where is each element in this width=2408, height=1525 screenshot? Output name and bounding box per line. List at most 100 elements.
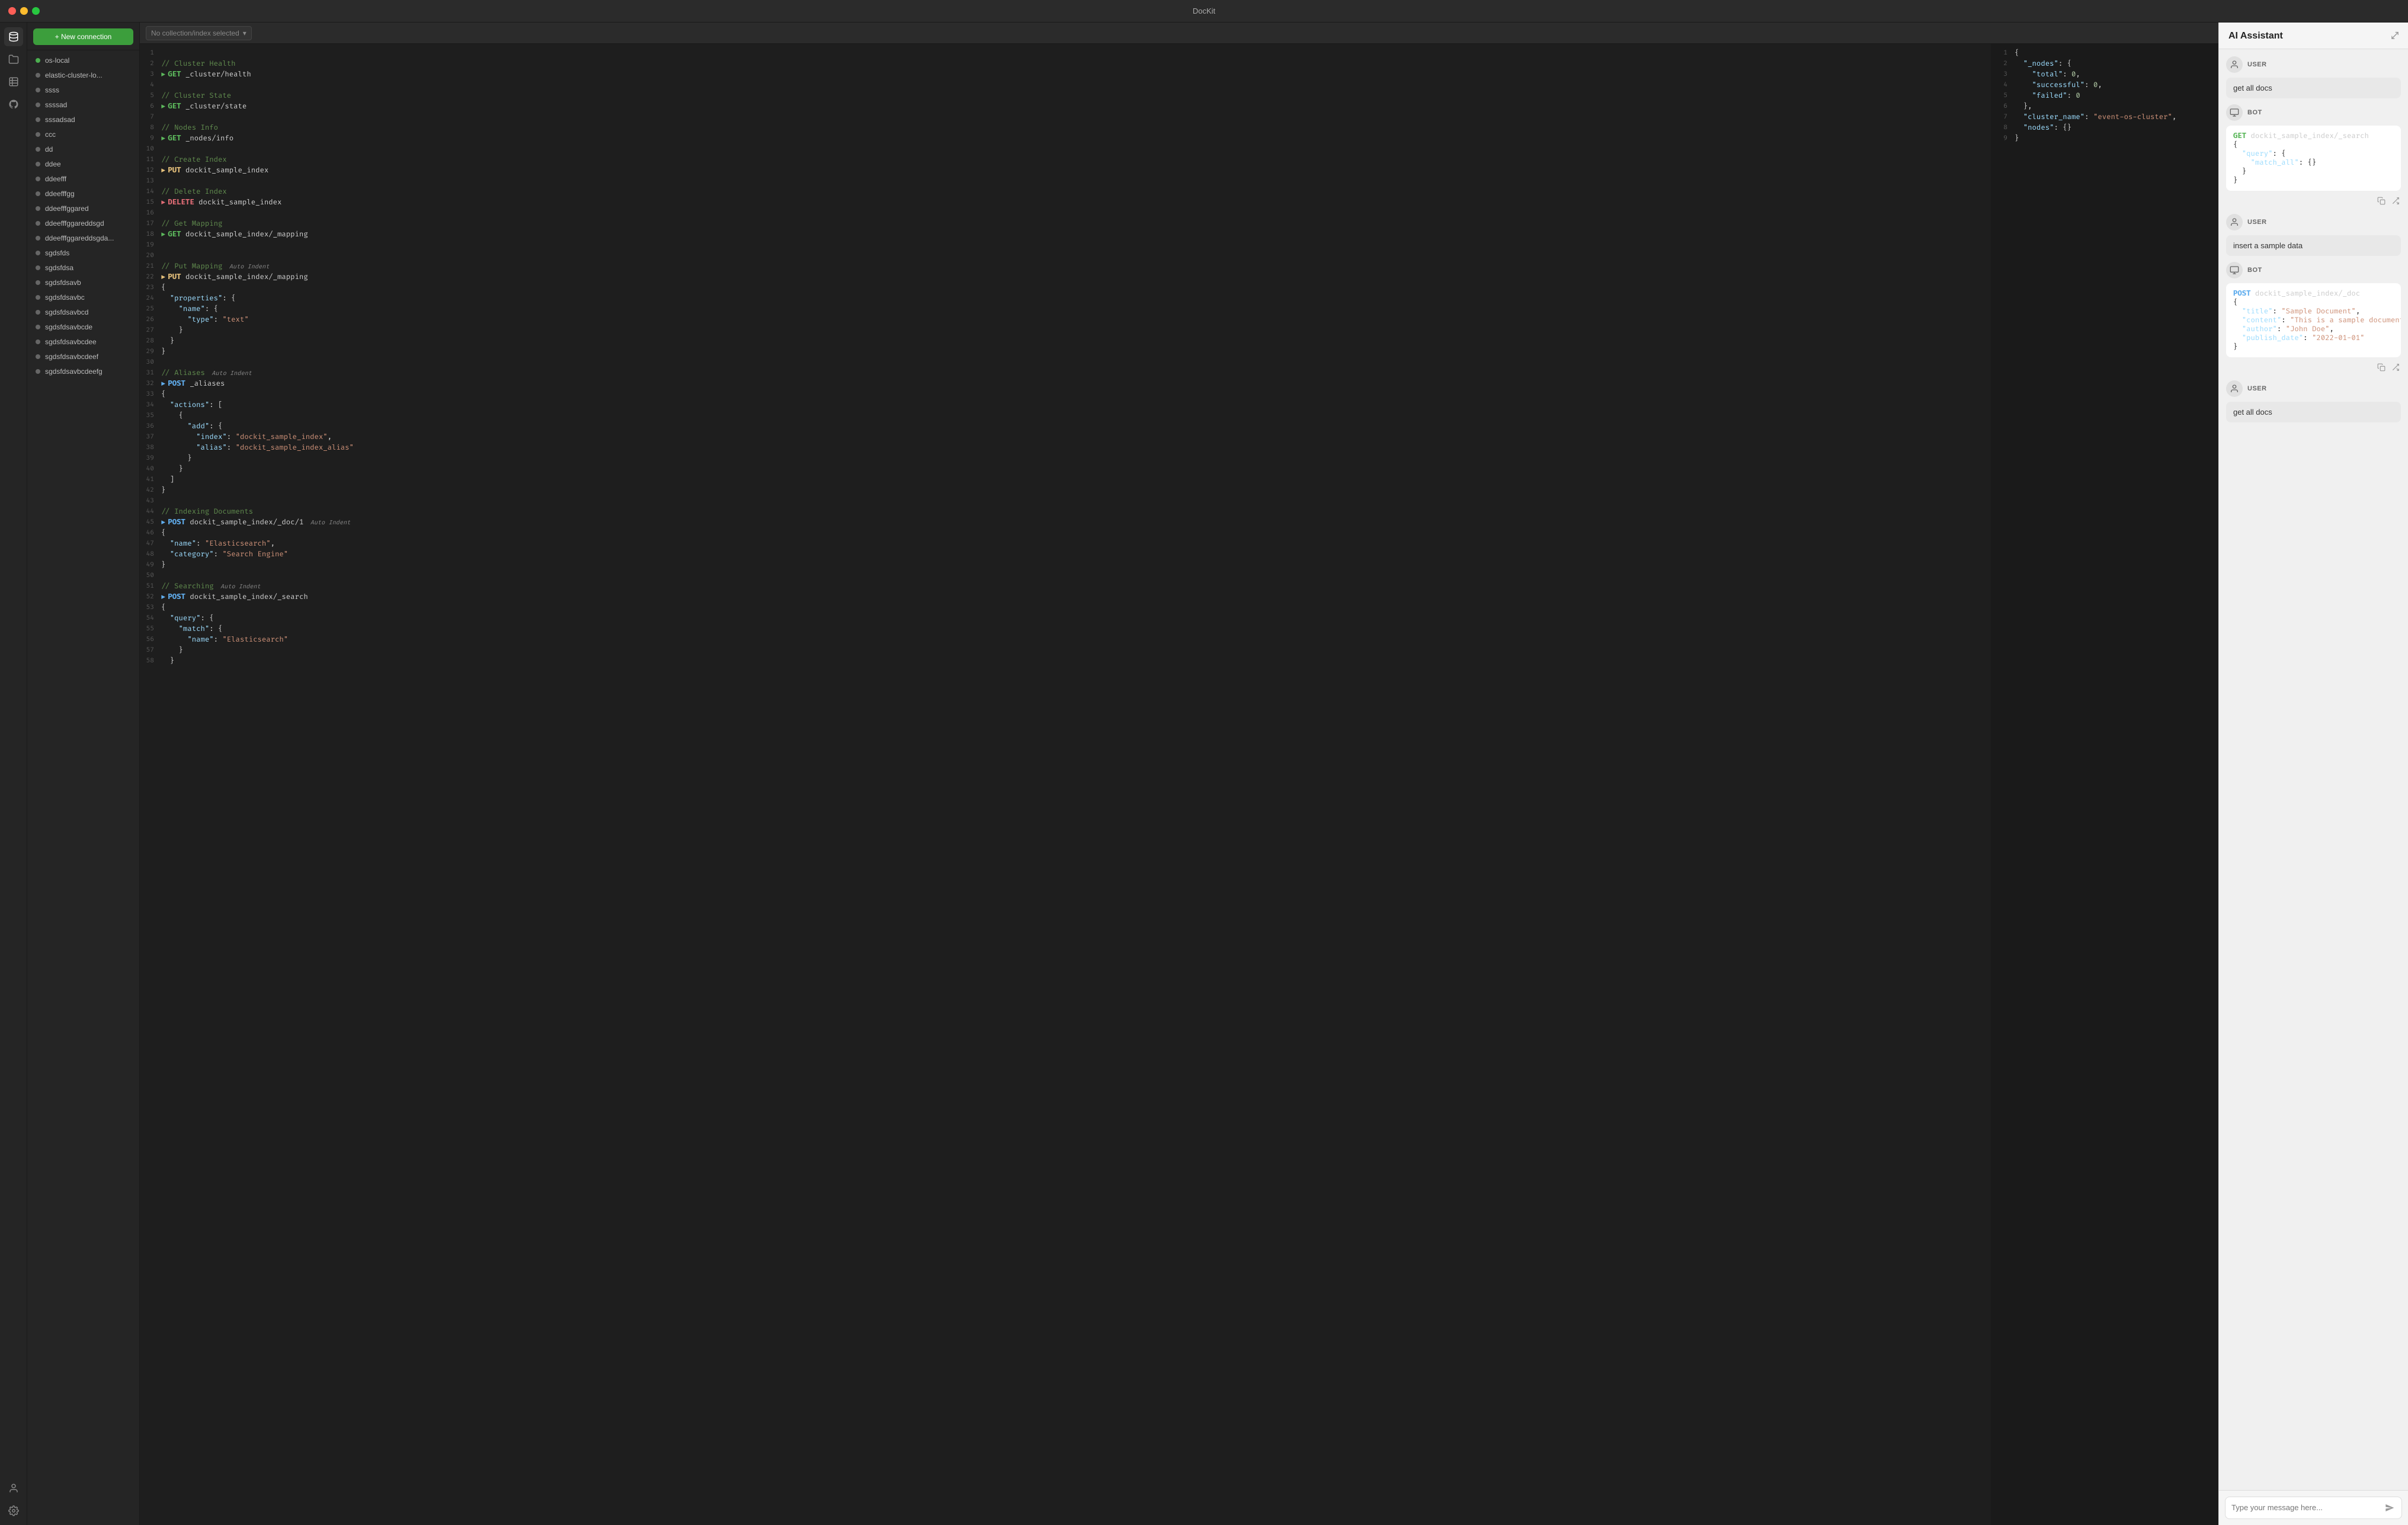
connection-status-dot — [36, 58, 40, 63]
rail-settings-icon[interactable] — [4, 1501, 23, 1520]
sidebar-item-ddeefffggareddsgd[interactable]: ddeefffggareddsgd — [30, 216, 137, 230]
sidebar-item-sgdsfdsа[interactable]: sgdsfdsа — [30, 261, 137, 275]
minimize-button[interactable] — [20, 7, 28, 15]
run-button[interactable]: ▶ — [161, 134, 165, 143]
sidebar-item-elastic-cluster[interactable]: elastic-cluster-lo... — [30, 68, 137, 82]
line-number: 12 — [140, 166, 161, 174]
code-line: 7 — [140, 113, 1991, 123]
collection-selector[interactable]: No collection/index selected ▾ — [146, 26, 252, 40]
query-editor[interactable]: 12// Cluster Health3▶GET _cluster/health… — [140, 44, 1991, 1525]
connection-label: sgdsfdsavbcdee — [45, 338, 97, 346]
result-line-content: "failed": 0 — [2015, 91, 2214, 100]
ai-message-input[interactable] — [2231, 1503, 2379, 1514]
code-line[interactable]: 18▶GET dockit_sample_index/_mapping — [140, 230, 1991, 241]
close-button[interactable] — [8, 7, 16, 15]
sidebar-item-sgdsfds[interactable]: sgdsfds — [30, 246, 137, 260]
connection-status-dot — [36, 162, 40, 166]
code-line[interactable]: 22▶PUT dockit_sample_index/_mapping — [140, 273, 1991, 283]
line-number: 38 — [140, 443, 161, 451]
sidebar-item-ddeefffggared[interactable]: ddeefffggared — [30, 201, 137, 216]
ai-send-button[interactable] — [2384, 1502, 2396, 1514]
run-button[interactable]: ▶ — [161, 70, 165, 79]
code-line[interactable]: 32▶POST _aliases — [140, 379, 1991, 390]
rail-table-icon[interactable] — [4, 72, 23, 91]
rail-user-icon[interactable] — [4, 1479, 23, 1498]
insert-code-button[interactable] — [2390, 362, 2401, 374]
line-number: 19 — [140, 241, 161, 249]
run-button[interactable]: ▶ — [161, 166, 165, 175]
result-line-content: "total": 0, — [2015, 70, 2214, 79]
run-button[interactable]: ▶ — [161, 230, 165, 239]
message-avatar — [2226, 380, 2243, 397]
line-content: "name": { — [161, 305, 1986, 313]
run-button[interactable]: ▶ — [161, 102, 165, 111]
code-line: 58 } — [140, 656, 1991, 667]
result-line: 2 "_nodes": { — [1993, 59, 2218, 70]
run-button[interactable]: ▶ — [161, 273, 165, 281]
code-line[interactable]: 9▶GET _nodes/info — [140, 134, 1991, 145]
sidebar-item-ssss[interactable]: ssss — [30, 83, 137, 97]
sidebar-item-sgdsfdsavbcde[interactable]: sgdsfdsavbcde — [30, 320, 137, 334]
connection-label: sgdsfdsavbcd — [45, 308, 88, 316]
line-content: } — [161, 464, 1986, 473]
result-line: 3 "total": 0, — [1993, 70, 2218, 81]
code-line: 13 — [140, 177, 1991, 187]
line-number: 44 — [140, 507, 161, 515]
message-role: USER — [2247, 219, 2267, 226]
message-block: BOTGET dockit_sample_index/_search { "qu… — [2226, 104, 2401, 208]
sidebar-item-ddee[interactable]: ddee — [30, 157, 137, 171]
sidebar-item-sgdsfdsavbcd[interactable]: sgdsfdsavbcd — [30, 305, 137, 319]
sidebar-item-sgdsfdsavbcdeef[interactable]: sgdsfdsavbcdeef — [30, 350, 137, 364]
sidebar-item-sssadsad[interactable]: sssadsad — [30, 113, 137, 127]
code-line: 39 } — [140, 454, 1991, 464]
connection-label: os-local — [45, 56, 69, 65]
message-block: BOTPOST dockit_sample_index/_doc { "titl… — [2226, 262, 2401, 374]
result-line-number: 9 — [1993, 134, 2015, 142]
code-line: 14// Delete Index — [140, 187, 1991, 198]
code-line[interactable]: 52▶POST dockit_sample_index/_search — [140, 592, 1991, 603]
run-button[interactable]: ▶ — [161, 198, 165, 207]
run-button[interactable]: ▶ — [161, 518, 165, 527]
message-role: BOT — [2247, 267, 2262, 274]
line-content: ▶GET dockit_sample_index/_mapping — [161, 230, 1986, 239]
sidebar-item-ddeefffgg[interactable]: ddeefffgg — [30, 187, 137, 201]
insert-code-button[interactable] — [2390, 196, 2401, 208]
sidebar-item-ccc[interactable]: ccc — [30, 127, 137, 142]
line-number: 15 — [140, 198, 161, 206]
line-content: "type": "text" — [161, 315, 1986, 324]
line-content: // Nodes Info — [161, 123, 1986, 132]
sidebar-item-sgdsfdsavb[interactable]: sgdsfdsavb — [30, 275, 137, 290]
code-line: 20 — [140, 251, 1991, 262]
new-connection-button[interactable]: + New connection — [33, 28, 133, 45]
sidebar-item-os-local[interactable]: os-local — [30, 53, 137, 68]
connection-status-dot — [36, 280, 40, 285]
sidebar-item-dd[interactable]: dd — [30, 142, 137, 156]
sidebar-item-sgdsfdsavbcdeefg[interactable]: sgdsfdsavbcdeefg — [30, 364, 137, 379]
copy-code-button[interactable] — [2376, 196, 2387, 208]
line-number: 45 — [140, 518, 161, 526]
ai-expand-icon[interactable]: ⤢ — [2391, 31, 2399, 41]
line-content: ▶GET _nodes/info — [161, 134, 1986, 143]
code-line[interactable]: 15▶DELETE dockit_sample_index — [140, 198, 1991, 209]
sidebar-item-ssssad[interactable]: ssssad — [30, 98, 137, 112]
line-content: { — [161, 603, 1986, 612]
maximize-button[interactable] — [32, 7, 40, 15]
rail-folder-icon[interactable] — [4, 50, 23, 69]
line-number: 10 — [140, 145, 161, 153]
code-line: 31// Aliases Auto Indent — [140, 369, 1991, 379]
sidebar-item-ddeefff[interactable]: ddeefff — [30, 172, 137, 186]
code-line[interactable]: 6▶GET _cluster/state — [140, 102, 1991, 113]
code-line: 49} — [140, 560, 1991, 571]
rail-database-icon[interactable] — [4, 27, 23, 46]
code-line[interactable]: 12▶PUT dockit_sample_index — [140, 166, 1991, 177]
code-line[interactable]: 45▶POST dockit_sample_index/_doc/1 Auto … — [140, 518, 1991, 528]
sidebar-item-sgdsfdsavbcdee[interactable]: sgdsfdsavbcdee — [30, 335, 137, 349]
run-button[interactable]: ▶ — [161, 592, 165, 601]
sidebar-item-sgdsfdsavbc[interactable]: sgdsfdsavbc — [30, 290, 137, 305]
copy-code-button[interactable] — [2376, 362, 2387, 374]
sidebar-item-ddeefffggareddsgda[interactable]: ddeefffggareddsgda... — [30, 231, 137, 245]
code-line[interactable]: 3▶GET _cluster/health — [140, 70, 1991, 81]
run-button[interactable]: ▶ — [161, 379, 165, 388]
line-content: "query": { — [161, 614, 1986, 623]
rail-github-icon[interactable] — [4, 95, 23, 114]
